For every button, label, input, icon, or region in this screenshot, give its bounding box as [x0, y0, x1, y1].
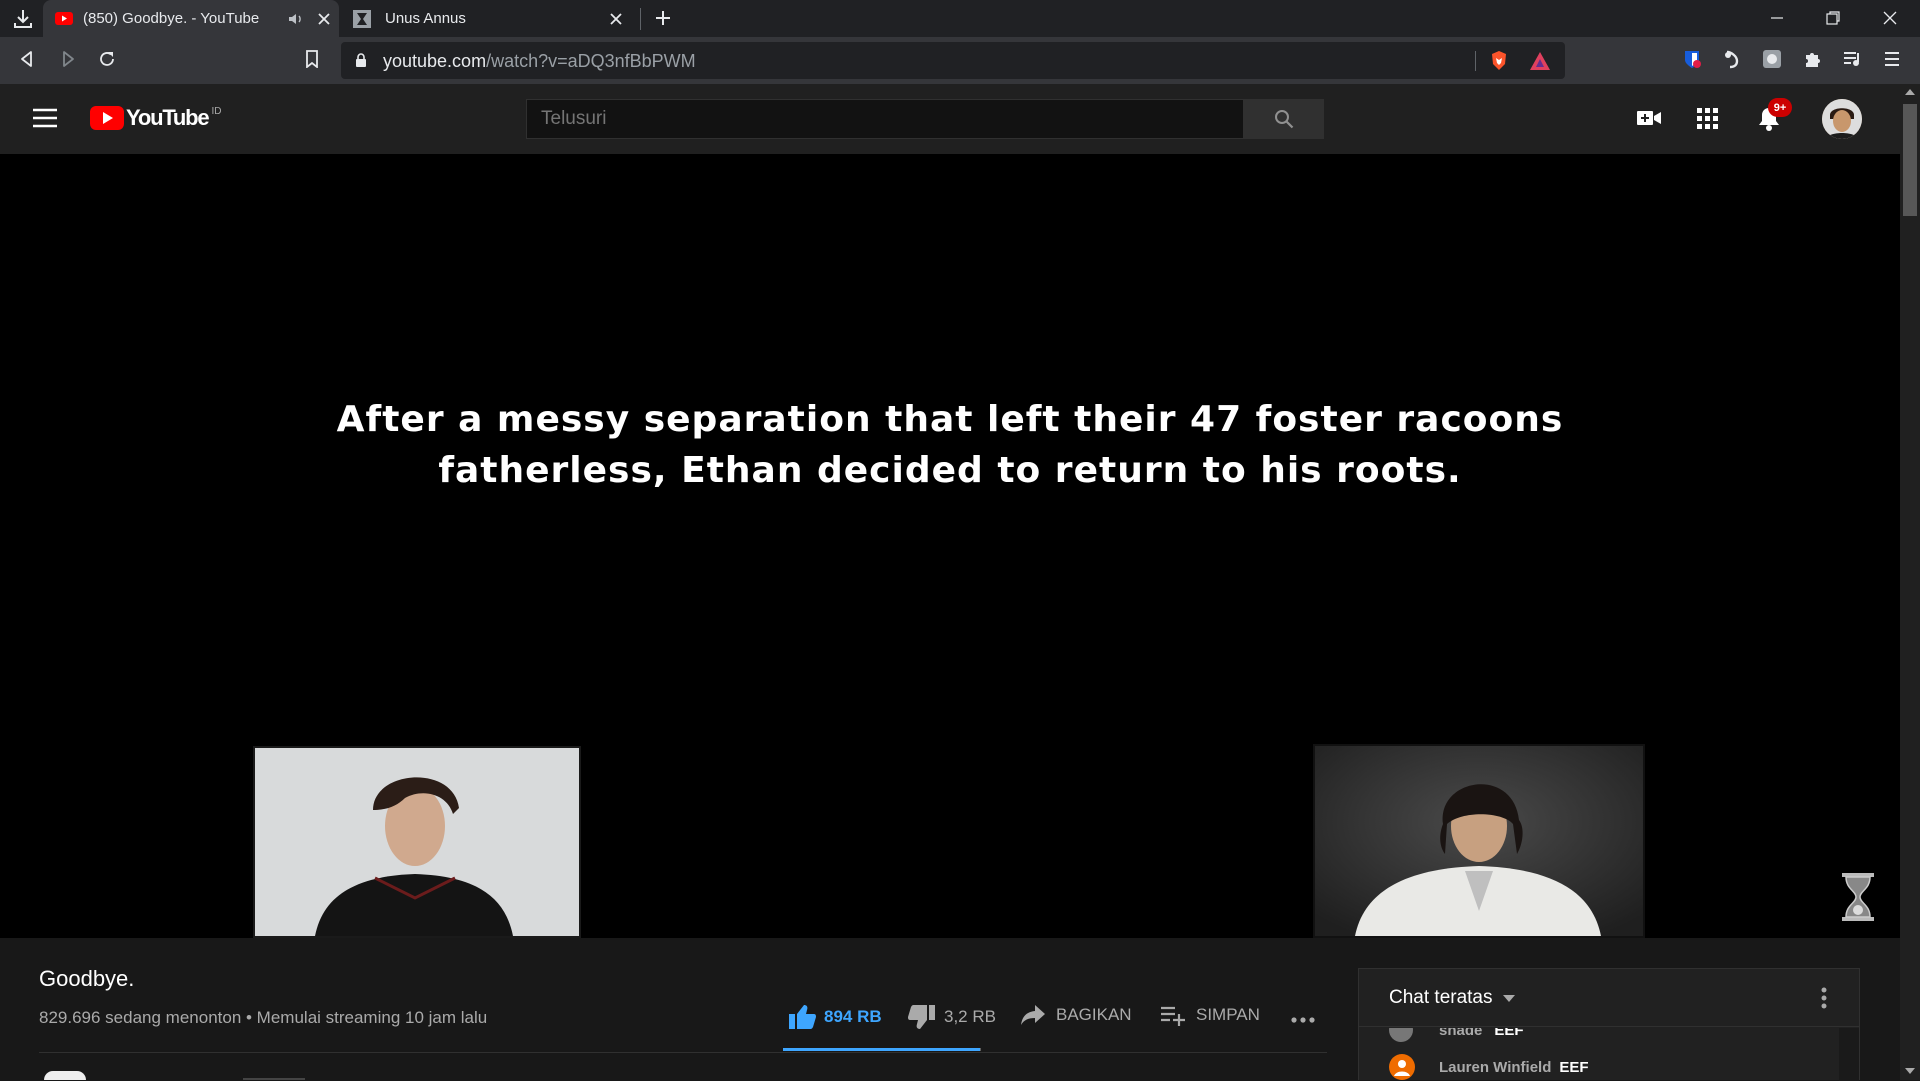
share-label: BAGIKAN	[1056, 1005, 1132, 1024]
urlbar-divider	[1475, 51, 1476, 71]
media-playlist-icon[interactable]	[1843, 49, 1863, 69]
video-title: Goodbye.	[39, 966, 135, 991]
downloads-icon[interactable]	[12, 8, 34, 30]
extensions-puzzle-icon[interactable]	[1803, 49, 1823, 69]
brave-rewards-icon[interactable]	[1529, 51, 1551, 71]
tab-audio-icon[interactable]	[288, 12, 304, 26]
scroll-down-arrow-icon[interactable]	[1905, 1068, 1915, 1074]
avatar[interactable]	[1822, 99, 1862, 139]
tab-youtube[interactable]: (850) Goodbye. - YouTube	[43, 0, 339, 37]
dropdown-arrow-icon	[1502, 994, 1515, 1002]
search-box[interactable]	[526, 99, 1244, 139]
chat-author-avatar	[1389, 1054, 1415, 1080]
like-count: 894 RB	[824, 1007, 882, 1026]
playlist-add-icon	[1160, 1004, 1186, 1026]
chat-message-text: EEF	[1494, 1028, 1524, 1039]
tab-close-icon[interactable]	[610, 12, 622, 25]
new-tab-icon[interactable]	[654, 9, 672, 27]
chat-message-text: EEF	[1559, 1058, 1589, 1076]
browser-tab-strip: (850) Goodbye. - YouTube Unus Annus	[0, 0, 1920, 37]
thumbs-down-icon	[908, 1004, 936, 1030]
watch-metadata: Goodbye. 829.696 sedang menonton • Memul…	[0, 938, 1900, 1081]
chat-mode-dropdown[interactable]: Chat teratas	[1389, 987, 1515, 1009]
channel-avatar[interactable]	[44, 1071, 86, 1080]
darkreader-extension-icon[interactable]	[1722, 49, 1742, 69]
extension-box-icon[interactable]	[1762, 49, 1782, 69]
metadata-divider	[39, 1052, 1327, 1053]
page-scrollbar[interactable]	[1900, 84, 1920, 1080]
tab-title: (850) Goodbye. - YouTube	[83, 10, 260, 27]
tab-title: Unus Annus	[385, 10, 466, 27]
chat-author: Lauren Winfield	[1439, 1058, 1552, 1076]
share-arrow-icon	[1020, 1004, 1046, 1026]
back-icon[interactable]	[18, 50, 36, 68]
chat-scrollbar[interactable]	[1839, 1028, 1859, 1081]
scroll-up-arrow-icon[interactable]	[1905, 89, 1915, 95]
url-text: youtube.com/watch?v=aDQ3nfBbPWM	[383, 51, 696, 72]
dislike-count: 3,2 RB	[944, 1007, 996, 1026]
chat-mode-label: Chat teratas	[1389, 987, 1493, 1008]
restore-icon[interactable]	[1826, 11, 1840, 25]
minimize-icon[interactable]	[1770, 11, 1784, 25]
region-code: ID	[211, 105, 222, 117]
brave-shields-icon[interactable]	[1489, 50, 1509, 72]
guide-menu-icon[interactable]	[32, 107, 58, 129]
save-button[interactable]: SIMPAN	[1160, 1004, 1260, 1026]
video-caption-line: After a messy separation that left their…	[336, 399, 1564, 440]
like-button[interactable]: 894 RB	[788, 1004, 882, 1030]
video-caption-line: fatherless, Ethan decided to return to h…	[438, 450, 1462, 491]
thumbs-up-icon	[788, 1004, 816, 1030]
tab-divider	[640, 8, 641, 30]
video-player[interactable]: After a messy separation that left their…	[0, 154, 1900, 938]
bookmark-icon[interactable]	[304, 50, 320, 68]
url-path: /watch?v=aDQ3nfBbPWM	[486, 51, 696, 71]
youtube-masthead: YouTube ID 9+	[0, 84, 1900, 154]
search-input[interactable]	[527, 100, 1243, 138]
window-close-icon[interactable]	[1883, 11, 1897, 25]
scrollbar-thumb[interactable]	[1903, 104, 1917, 216]
live-chat-panel: Chat teratas shade EEF Lauren Winfield E…	[1358, 968, 1860, 1081]
youtube-play-logo-icon	[90, 106, 124, 130]
video-stats: 829.696 sedang menonton • Memulai stream…	[39, 1008, 488, 1027]
address-bar[interactable]: youtube.com/watch?v=aDQ3nfBbPWM	[341, 42, 1565, 79]
apps-grid-icon[interactable]	[1697, 108, 1719, 130]
channel-watermark-hourglass-icon[interactable]	[1841, 872, 1875, 922]
save-label: SIMPAN	[1196, 1005, 1260, 1024]
tab-unus-annus[interactable]: Unus Annus	[339, 0, 640, 37]
youtube-logo[interactable]: YouTube ID	[90, 105, 221, 131]
notifications-badge: 9+	[1768, 98, 1792, 117]
bitwarden-extension-icon[interactable]	[1682, 49, 1702, 69]
chat-author-avatar	[1389, 1028, 1413, 1042]
search-button[interactable]	[1244, 99, 1324, 139]
browser-menu-icon[interactable]	[1884, 49, 1900, 69]
forward-icon[interactable]	[59, 50, 77, 68]
sentiment-bar-fill	[783, 1048, 981, 1051]
chat-author: shade	[1439, 1028, 1483, 1039]
youtube-favicon-icon	[55, 12, 73, 25]
list-item: shade EEF	[1389, 1028, 1524, 1042]
search-icon	[1274, 109, 1294, 129]
dislike-button[interactable]: 3,2 RB	[908, 1004, 996, 1030]
more-actions-icon[interactable]	[1291, 1017, 1315, 1023]
chat-more-icon[interactable]	[1821, 987, 1827, 1009]
video-caption: After a messy separation that left their…	[0, 394, 1900, 496]
sentiment-bar	[783, 1048, 981, 1051]
list-item: Lauren Winfield EEF	[1389, 1054, 1589, 1080]
reload-icon[interactable]	[98, 50, 116, 68]
chat-messages: shade EEF Lauren Winfield EEF	[1359, 1028, 1839, 1081]
share-button[interactable]: BAGIKAN	[1020, 1004, 1132, 1026]
unus-annus-favicon-icon	[353, 9, 371, 28]
lock-icon[interactable]	[355, 53, 367, 68]
video-inset-left	[253, 746, 581, 938]
youtube-wordmark: YouTube	[126, 105, 210, 130]
create-video-icon[interactable]	[1636, 107, 1662, 129]
video-inset-right	[1313, 744, 1645, 938]
tab-close-icon[interactable]	[318, 12, 330, 25]
url-host: youtube.com	[383, 51, 487, 71]
